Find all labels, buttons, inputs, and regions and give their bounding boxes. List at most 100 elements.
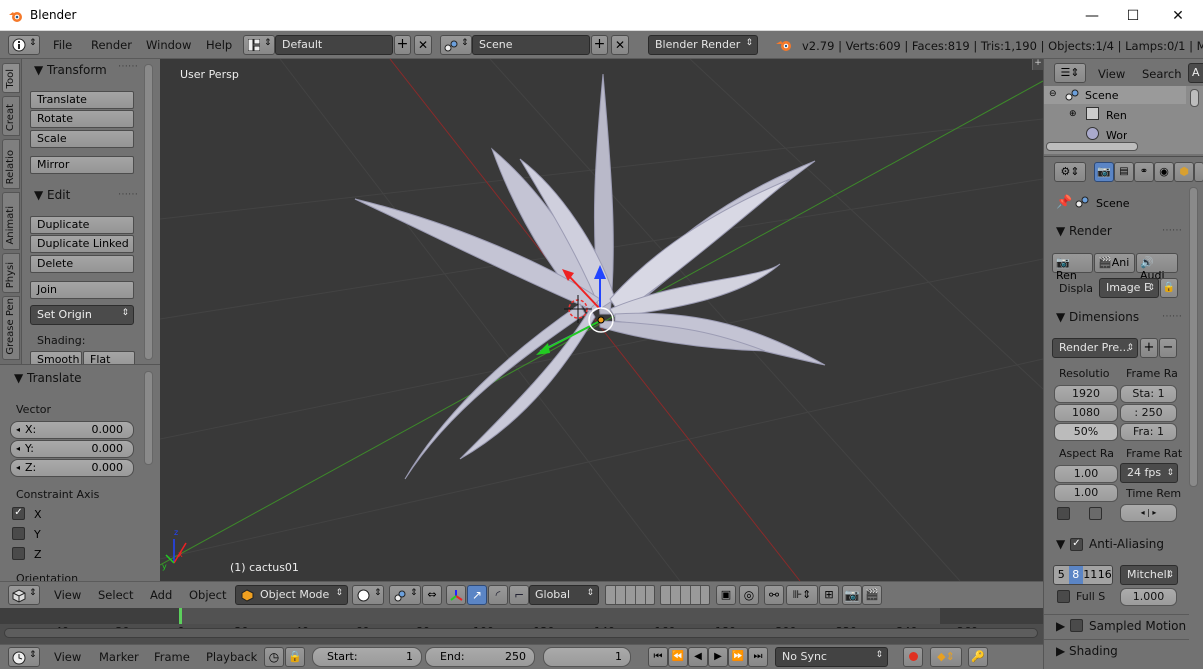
scene-browse-button[interactable]: ⇕ [440, 35, 472, 55]
edit-panel-header[interactable]: ▼ Edit [34, 188, 70, 202]
remove-preset-button[interactable]: − [1159, 338, 1177, 358]
timeline-editor-type-button[interactable]: ⇕ [8, 647, 40, 667]
interaction-mode-select[interactable]: Object Mode ⇕ [235, 585, 348, 605]
render-layers-context-icon[interactable]: ▤ [1114, 162, 1134, 182]
border-checkbox[interactable] [1057, 507, 1070, 520]
anti-aliasing-checkbox[interactable]: ✓ [1070, 538, 1083, 551]
resolution-y-field[interactable]: 1080 [1054, 404, 1118, 422]
vector-y-field[interactable]: ◂ Y: 0.000 [10, 440, 134, 458]
properties-editor-type-button[interactable]: ⚙⇕ [1054, 162, 1086, 182]
render-expand-icon[interactable]: ⊕ [1069, 109, 1077, 119]
duplicate-linked-button[interactable]: Duplicate Linked [30, 235, 134, 253]
manipulator-toggle-icon[interactable] [446, 585, 466, 605]
frame-step-field[interactable]: Fra: 1 [1120, 423, 1177, 441]
snap-element-select[interactable]: ⊪⇕ [786, 585, 818, 605]
delete-scene-button[interactable]: ✕ [611, 35, 629, 55]
render-presets-select[interactable]: Render Pre... ⇕ [1052, 338, 1138, 358]
constraint-z-checkbox[interactable] [12, 547, 25, 560]
outliner-editor-type-button[interactable]: ☰⇕ [1054, 63, 1086, 83]
render-camera-icon[interactable]: 📷 [842, 585, 862, 605]
area-split-corner[interactable]: + [1032, 59, 1043, 70]
operator-panel-scrollbar[interactable] [144, 371, 153, 465]
time-remap-field[interactable]: ◂ | ▸ [1120, 504, 1177, 522]
resolution-x-field[interactable]: 1920 [1054, 385, 1118, 403]
insert-keyframe-icon[interactable]: 🔑 [968, 647, 988, 667]
outliner-scene-item[interactable]: Scene [1085, 89, 1119, 102]
viewport-menu-select[interactable]: Select [98, 588, 133, 602]
constraint-y-checkbox[interactable] [12, 527, 25, 540]
render-audio-button[interactable]: 🔊Audi [1136, 253, 1178, 282]
lock-icon[interactable]: 🔒 [285, 647, 305, 667]
delete-layout-button[interactable]: ✕ [414, 35, 432, 55]
render-context-icon[interactable]: 📷 [1094, 162, 1114, 182]
filter-size-field[interactable]: 1.000 [1120, 588, 1177, 606]
render-image-button[interactable]: 📷Ren [1052, 253, 1093, 282]
more-contexts-icon[interactable] [1194, 162, 1203, 182]
proportional-edit-icon[interactable]: ◎ [739, 585, 759, 605]
anti-aliasing-panel-header[interactable]: ▼ [1056, 537, 1065, 551]
lock-layers-icon[interactable]: ▣ [716, 585, 736, 605]
render-panel-header[interactable]: ▼ Render [1056, 224, 1112, 238]
properties-scrollbar[interactable] [1189, 187, 1198, 487]
current-frame-marker[interactable] [179, 608, 182, 624]
current-frame-field[interactable]: 1 [543, 647, 631, 667]
layout-name-field[interactable]: Default [275, 35, 393, 55]
menu-render[interactable]: Render [91, 38, 132, 52]
outliner-world-item[interactable]: Wor [1106, 129, 1127, 141]
tab-create[interactable]: Creat [2, 96, 20, 136]
add-scene-button[interactable]: + [591, 35, 608, 55]
mirror-button[interactable]: Mirror [30, 156, 134, 174]
preview-range-clock-icon[interactable]: ◷ [264, 647, 284, 667]
play-reverse-icon[interactable]: ◀ [688, 647, 708, 667]
lock-interface-icon[interactable]: 🔒 [1160, 278, 1178, 298]
pivot-point-select[interactable]: ⇕ [389, 585, 421, 605]
scale-button[interactable]: Scale [30, 130, 134, 148]
tab-animation[interactable]: Animati [2, 192, 20, 250]
tab-physics[interactable]: Physi [2, 253, 20, 293]
snap-icon[interactable]: ⚯ [764, 585, 784, 605]
jump-end-icon[interactable]: ⏭ [748, 647, 768, 667]
close-button[interactable]: ✕ [1155, 0, 1201, 31]
jump-start-icon[interactable]: ⏮ [648, 647, 668, 667]
object-context-icon[interactable]: ⬢ [1174, 162, 1194, 182]
viewport-menu-view[interactable]: View [54, 588, 81, 602]
end-frame-field[interactable]: End: 250 [425, 647, 535, 667]
viewport-menu-object[interactable]: Object [189, 588, 226, 602]
aa-samples-11[interactable]: 11 [1083, 566, 1098, 584]
tab-relations[interactable]: Relatio [2, 139, 20, 189]
constraint-x-checkbox[interactable]: ✓ [12, 507, 25, 520]
maximize-button[interactable]: ☐ [1110, 0, 1156, 31]
tool-panel-scrollbar[interactable] [144, 64, 153, 360]
aa-samples-8[interactable]: 8 [1068, 566, 1083, 584]
tab-grease-pencil[interactable]: Grease Pen [2, 296, 20, 360]
aspect-x-field[interactable]: 1.00 [1054, 465, 1118, 483]
start-frame-field[interactable]: Start: 1 [312, 647, 422, 667]
scene-context-icon[interactable]: ⚭ [1134, 162, 1154, 182]
aa-samples-16[interactable]: 16 [1097, 566, 1112, 584]
add-preset-button[interactable]: + [1140, 338, 1158, 358]
play-icon[interactable]: ▶ [708, 647, 728, 667]
duplicate-button[interactable]: Duplicate [30, 216, 134, 234]
3d-viewport[interactable]: x y z User Persp (1) cactus01 + [160, 59, 1043, 581]
aa-samples-5[interactable]: 5 [1054, 566, 1069, 584]
delete-button[interactable]: Delete [30, 255, 134, 273]
full-sample-checkbox[interactable] [1057, 590, 1070, 603]
timeline[interactable]: -40-200204060801001201401601802002202402… [0, 608, 1043, 644]
auto-keying-record-icon[interactable] [903, 647, 923, 667]
editor-type-button[interactable]: ⇕ [8, 35, 40, 55]
shading-panel-header[interactable]: ▶ Shading [1056, 644, 1118, 658]
frame-rate-select[interactable]: 24 fps ⇕ [1120, 463, 1178, 483]
transform-orientation-select[interactable]: Global ⇕ [529, 585, 599, 605]
outliner-menu-search[interactable]: Search [1142, 67, 1182, 81]
render-animation-button[interactable]: 🎬Ani [1094, 253, 1135, 273]
scene-expand-icon[interactable]: ⊖ [1049, 89, 1057, 99]
set-origin-select[interactable]: Set Origin ⇕ [30, 305, 134, 325]
menu-help[interactable]: Help [206, 38, 232, 52]
scene-layers-top[interactable] [605, 585, 655, 605]
world-context-icon[interactable]: ◉ [1154, 162, 1174, 182]
translate-panel-header[interactable]: ▼ Translate [14, 371, 82, 385]
vector-z-field[interactable]: ◂ Z: 0.000 [10, 459, 134, 477]
menu-file[interactable]: File [53, 38, 72, 52]
outliner-display-mode-select[interactable]: A [1188, 63, 1203, 83]
render-animation-icon[interactable]: 🎬 [862, 585, 882, 605]
